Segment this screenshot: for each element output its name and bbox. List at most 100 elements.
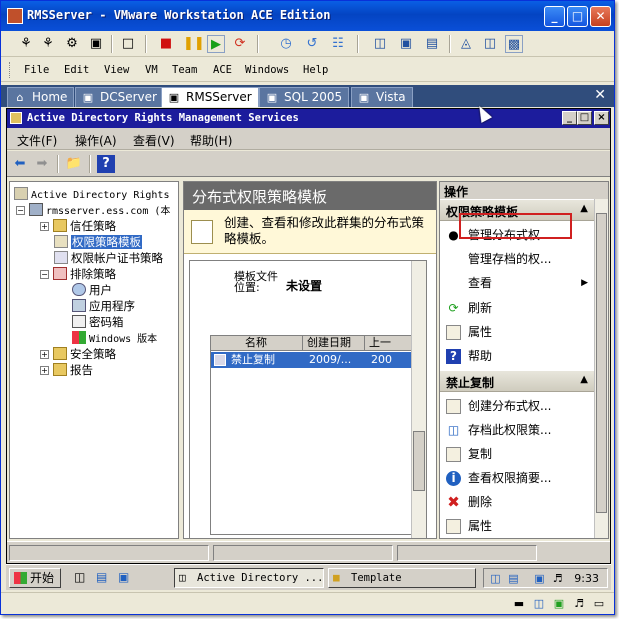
tray-security-icon[interactable]: ▤ bbox=[506, 571, 521, 586]
start-button[interactable]: 开始 bbox=[9, 568, 61, 588]
up-folder-icon[interactable]: 📁 bbox=[65, 155, 83, 173]
vm-icon: ▣ bbox=[82, 91, 94, 104]
table-row[interactable]: 禁止复制 2009/... 200 bbox=[211, 352, 419, 368]
tray-volume-icon[interactable]: ♬ bbox=[550, 571, 565, 586]
tree-item-security-policy[interactable]: + 安全策略 bbox=[40, 346, 116, 362]
quick-switch-icon[interactable]: ▤ bbox=[423, 35, 441, 53]
tab-dcserver[interactable]: ▣ DCServer bbox=[75, 87, 164, 107]
network-status-icon[interactable]: ◫ bbox=[531, 597, 547, 611]
snapshot-icon[interactable]: □ bbox=[119, 35, 137, 53]
back-icon[interactable]: ⬅ bbox=[11, 155, 29, 173]
power-on-icon[interactable]: ▶ bbox=[207, 35, 225, 53]
tree-item-lockbox[interactable]: 密码箱 bbox=[72, 314, 124, 330]
close-tab-icon[interactable]: ✕ bbox=[594, 87, 606, 103]
menu-view[interactable]: View bbox=[104, 64, 129, 76]
guest-restore-button[interactable]: □ bbox=[577, 111, 592, 125]
guest-close-button[interactable]: × bbox=[594, 111, 609, 125]
taskbar-item-active-directory[interactable]: ◫ Active Directory ... bbox=[174, 568, 324, 588]
action-view-rights-summary[interactable]: i 查看权限摘要... bbox=[440, 466, 594, 490]
maximize-button[interactable]: □ bbox=[567, 6, 588, 27]
power-off-icon[interactable]: ■ bbox=[157, 35, 175, 53]
message-status-icon[interactable]: ▭ bbox=[591, 597, 607, 611]
help-icon[interactable]: ? bbox=[97, 155, 115, 173]
sidebar-toggle-icon[interactable]: ◫ bbox=[371, 35, 389, 53]
take-snapshot-icon[interactable]: ◷ bbox=[277, 35, 295, 53]
tree-item-windows-versions[interactable]: Windows 版本 bbox=[72, 330, 157, 346]
column-created[interactable]: 创建日期 bbox=[303, 336, 365, 351]
guest-minimize-button[interactable]: _ bbox=[562, 111, 577, 125]
guest-title-bar[interactable]: Active Directory Rights Management Servi… bbox=[7, 109, 610, 128]
console-tree: Active Directory Rights − rmsserver.ess.c… bbox=[9, 181, 179, 539]
tree-item-root[interactable]: Active Directory Rights bbox=[14, 186, 169, 202]
forward-icon[interactable]: ➡ bbox=[33, 155, 51, 173]
minimize-button[interactable]: _ bbox=[544, 6, 565, 27]
menu-edit[interactable]: Edit bbox=[64, 64, 89, 76]
tab-vista[interactable]: ▣ Vista bbox=[351, 87, 413, 107]
team-settings-icon[interactable]: ▣ bbox=[87, 35, 105, 53]
tray-network-icon[interactable]: ◫ bbox=[488, 571, 503, 586]
menu-help[interactable]: Help bbox=[303, 64, 328, 76]
suspend-icon[interactable]: ❚❚ bbox=[183, 35, 205, 53]
guest-menu-action[interactable]: 操作(A) bbox=[75, 132, 117, 149]
column-name[interactable]: 名称 bbox=[211, 336, 303, 351]
actions-scrollbar[interactable] bbox=[594, 199, 608, 538]
tree-item-applications[interactable]: 应用程序 bbox=[72, 298, 135, 314]
snapshot-manager-icon[interactable]: ☷ bbox=[329, 35, 347, 53]
menu-team[interactable]: Team bbox=[172, 64, 197, 76]
team-icon[interactable]: ⚘ bbox=[17, 35, 35, 53]
console-view-icon[interactable]: ◫ bbox=[481, 35, 499, 53]
quicklaunch-console-icon[interactable]: ▤ bbox=[96, 570, 107, 584]
action-manage-archived[interactable]: 管理存档的权... bbox=[440, 247, 594, 271]
tree-item-trust-policy[interactable]: + 信任策略 bbox=[40, 218, 116, 234]
info-icon: i bbox=[446, 471, 461, 486]
menu-vm[interactable]: VM bbox=[145, 64, 158, 76]
tree-item-reports[interactable]: + 报告 bbox=[40, 362, 93, 378]
tree-item-server[interactable]: − rmsserver.ess.com (本 bbox=[16, 202, 170, 218]
action-refresh[interactable]: ⟳ 刷新 bbox=[440, 296, 594, 320]
tab-sql-2005[interactable]: ▣ SQL 2005 bbox=[259, 87, 350, 107]
menu-windows[interactable]: Windows bbox=[245, 64, 289, 76]
hdd-status-icon[interactable]: ▬ bbox=[511, 597, 527, 611]
quicklaunch-desktop-icon[interactable]: ▣ bbox=[118, 570, 129, 584]
tray-alert-icon[interactable]: ▣ bbox=[532, 571, 547, 586]
collapse-icon[interactable]: ▲ bbox=[580, 203, 588, 214]
guest-menu-file[interactable]: 文件(F) bbox=[17, 132, 57, 149]
reset-icon[interactable]: ⟳ bbox=[231, 35, 249, 53]
action-properties[interactable]: 属性 bbox=[440, 320, 594, 344]
menu-ace[interactable]: ACE bbox=[213, 64, 232, 76]
team-vm-icon[interactable]: ⚘ bbox=[39, 35, 57, 53]
tree-item-exclusion-policy[interactable]: − 排除策略 bbox=[40, 266, 116, 282]
team-add-icon[interactable]: ⚙ bbox=[63, 35, 81, 53]
guest-menu-view[interactable]: 查看(V) bbox=[133, 132, 175, 149]
summary-view-icon[interactable]: ◬ bbox=[457, 35, 475, 53]
action-copy[interactable]: 复制 bbox=[440, 442, 594, 466]
tree-item-rights-account-cert-policy[interactable]: 权限帐户证书策略 bbox=[54, 250, 163, 266]
action-view[interactable]: 查看 ▶ bbox=[440, 271, 594, 295]
close-button[interactable]: ✕ bbox=[590, 6, 611, 27]
revert-snapshot-icon[interactable]: ↺ bbox=[303, 35, 321, 53]
title-bar[interactable]: RMSServer - VMware Workstation ACE Editi… bbox=[1, 1, 614, 31]
menu-file[interactable]: File bbox=[24, 64, 49, 76]
sound-status-icon[interactable]: ♬ bbox=[571, 597, 587, 611]
action-help[interactable]: ? 帮助 bbox=[440, 344, 594, 368]
actions-section-no-copy[interactable]: 禁止复制 ▲ bbox=[440, 370, 594, 392]
results-scrollbar[interactable] bbox=[411, 261, 426, 538]
tree-item-rights-policy-templates[interactable]: 权限策略模板 bbox=[54, 234, 142, 250]
archive-icon: ◫ bbox=[447, 423, 460, 437]
collapse-icon[interactable]: ▲ bbox=[580, 374, 588, 385]
fullscreen-icon[interactable]: ▣ bbox=[397, 35, 415, 53]
action-delete[interactable]: ✖ 删除 bbox=[440, 490, 594, 514]
usb-status-icon[interactable]: ▣ bbox=[551, 597, 567, 611]
appliance-view-icon[interactable]: ▩ bbox=[505, 35, 523, 53]
tab-rmsserver[interactable]: ▣ RMSServer bbox=[161, 87, 259, 107]
template-item-icon bbox=[214, 354, 226, 366]
taskbar-item-template[interactable]: ■ Template bbox=[328, 568, 476, 588]
action-properties-2[interactable]: 属性 bbox=[440, 514, 594, 538]
template-list[interactable]: 名称 创建日期 上一 禁止复制 2009/... 200 bbox=[210, 335, 420, 535]
quicklaunch-server-icon[interactable]: ◫ bbox=[74, 570, 85, 584]
action-create-distributed[interactable]: 创建分布式权... bbox=[440, 394, 594, 418]
tree-item-users[interactable]: 用户 bbox=[72, 282, 112, 298]
guest-menu-help[interactable]: 帮助(H) bbox=[190, 132, 232, 149]
action-archive-template[interactable]: ◫ 存档此权限策... bbox=[440, 418, 594, 442]
tab-home[interactable]: ⌂ Home bbox=[7, 87, 75, 107]
